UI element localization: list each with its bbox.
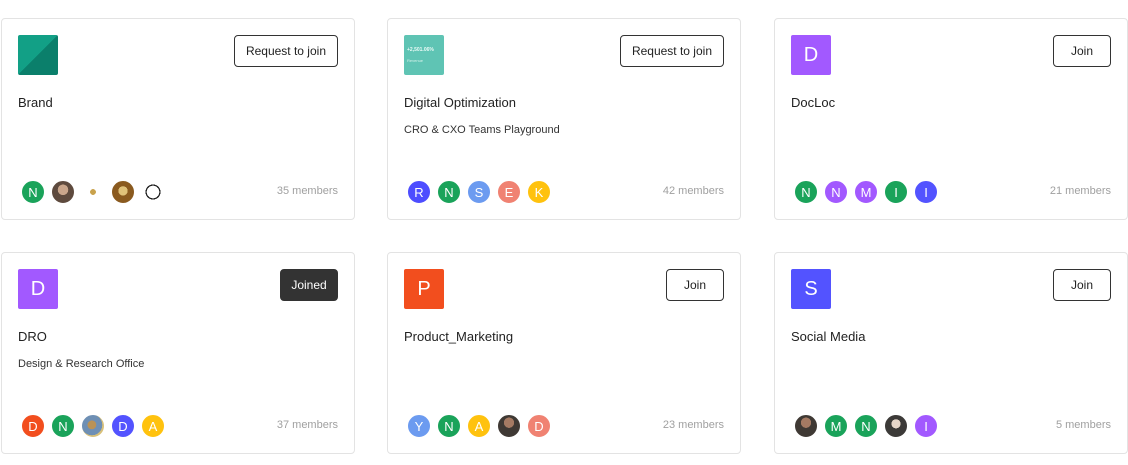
avatar: N <box>823 179 849 205</box>
avatar: N <box>853 413 879 439</box>
avatar: N <box>436 179 462 205</box>
member-avatars: M N I <box>793 413 943 439</box>
member-count: 35 members <box>276 185 338 197</box>
avatar: M <box>823 413 849 439</box>
avatar: I <box>883 179 909 205</box>
team-logo <box>18 35 58 75</box>
avatar <box>496 413 522 439</box>
avatar: R <box>406 179 432 205</box>
avatar <box>50 179 76 205</box>
avatar: D <box>110 413 136 439</box>
team-card[interactable]: S Join Social Media M N I 5 members <box>774 252 1128 454</box>
avatar: D <box>526 413 552 439</box>
avatar <box>110 179 136 205</box>
member-count: 5 members <box>1055 419 1111 431</box>
team-name: DocLoc <box>791 95 836 110</box>
avatar: Y <box>406 413 432 439</box>
avatar <box>793 413 819 439</box>
team-description: CRO & CXO Teams Playground <box>404 124 560 136</box>
member-avatars: R N S E K <box>406 179 556 205</box>
avatar: A <box>140 413 166 439</box>
team-name: Digital Optimization <box>404 95 516 110</box>
member-avatars: D N D A <box>20 413 170 439</box>
team-card[interactable]: D Joined DRO Design & Research Office D … <box>1 252 355 454</box>
member-count: 42 members <box>662 185 724 197</box>
team-name: Brand <box>18 95 53 110</box>
avatar <box>883 413 909 439</box>
member-count: 23 members <box>662 419 724 431</box>
team-card[interactable]: Request to join Brand N 35 members <box>1 18 355 220</box>
team-name: Product_Marketing <box>404 329 514 344</box>
team-description: Design & Research Office <box>18 358 145 370</box>
team-logo: P <box>404 269 444 309</box>
avatar: N <box>50 413 76 439</box>
avatar: S <box>466 179 492 205</box>
member-count: 21 members <box>1049 185 1111 197</box>
joined-button[interactable]: Joined <box>280 269 338 301</box>
team-logo: D <box>791 35 831 75</box>
avatar: I <box>913 413 939 439</box>
team-name: Social Media <box>791 329 866 344</box>
team-logo: S <box>791 269 831 309</box>
team-card[interactable]: +2,501.06% Revenue Request to join Digit… <box>387 18 741 220</box>
request-to-join-button[interactable]: Request to join <box>619 35 724 67</box>
join-button[interactable]: Join <box>666 269 724 301</box>
team-name: DRO <box>18 329 47 344</box>
avatar: E <box>496 179 522 205</box>
avatar: N <box>793 179 819 205</box>
member-avatars: N N M I I <box>793 179 943 205</box>
avatar <box>80 413 106 439</box>
member-avatars: N <box>20 179 170 205</box>
team-card[interactable]: P Join Product_Marketing Y N A D 23 memb… <box>387 252 741 454</box>
avatar: K <box>526 179 552 205</box>
avatar: N <box>20 179 46 205</box>
avatar: M <box>853 179 879 205</box>
avatar: I <box>913 179 939 205</box>
member-avatars: Y N A D <box>406 413 556 439</box>
team-logo: +2,501.06% Revenue <box>404 35 444 75</box>
avatar: D <box>20 413 46 439</box>
team-card-grid: Request to join Brand N 35 members +2,50… <box>0 0 1128 465</box>
request-to-join-button[interactable]: Request to join <box>233 35 338 67</box>
join-button[interactable]: Join <box>1053 269 1111 301</box>
avatar: A <box>466 413 492 439</box>
avatar: N <box>436 413 462 439</box>
member-count: 37 members <box>276 419 338 431</box>
avatar <box>140 179 166 205</box>
join-button[interactable]: Join <box>1053 35 1111 67</box>
avatar <box>80 179 106 205</box>
team-logo: D <box>18 269 58 309</box>
team-card[interactable]: D Join DocLoc N N M I I 21 members <box>774 18 1128 220</box>
